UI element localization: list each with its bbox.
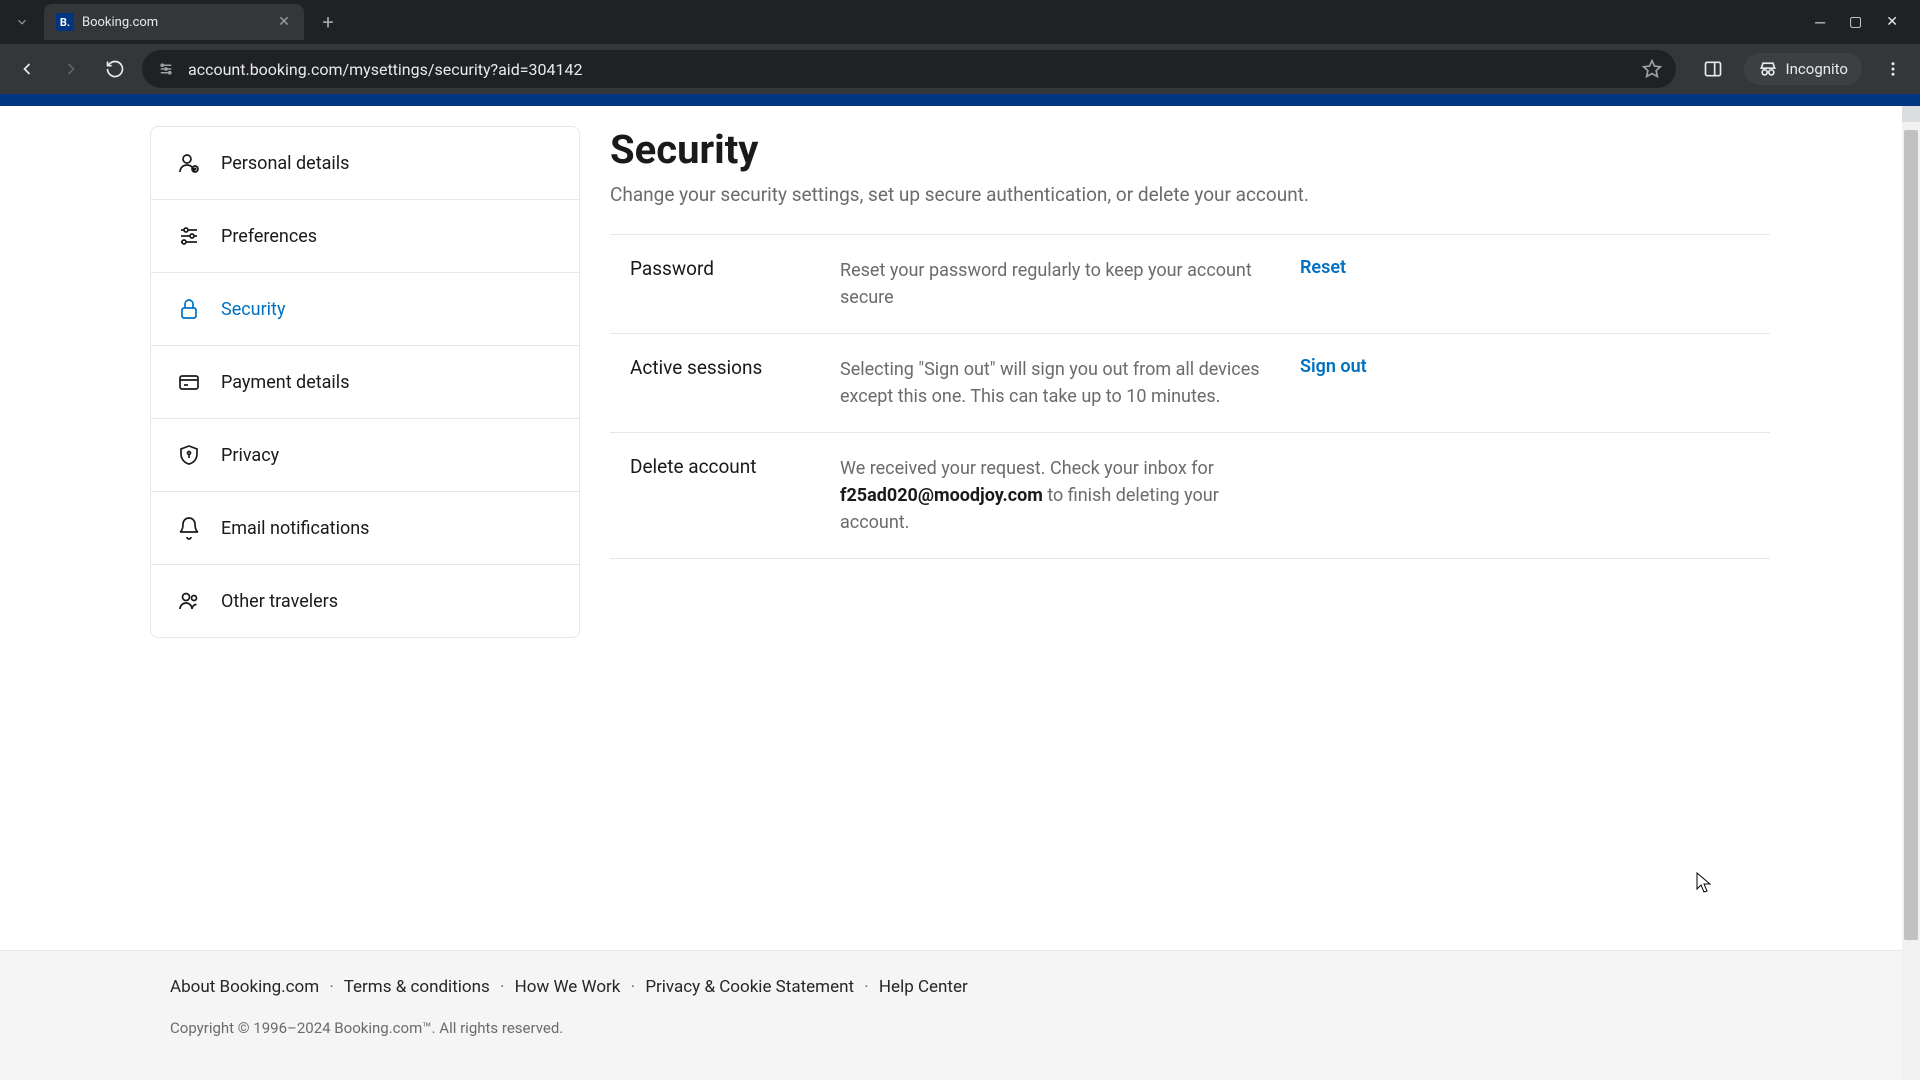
- incognito-chip[interactable]: Incognito: [1744, 53, 1862, 85]
- url-text: account.booking.com/mysettings/security?…: [188, 60, 1630, 79]
- row-label: Active sessions: [610, 356, 840, 379]
- address-bar[interactable]: account.booking.com/mysettings/security?…: [142, 50, 1676, 88]
- people-icon: [177, 589, 201, 613]
- reset-password-link[interactable]: Reset: [1300, 257, 1366, 278]
- tab-search-dropdown[interactable]: [8, 8, 36, 36]
- site-info-icon[interactable]: [156, 59, 176, 79]
- window-controls: ─ ▢ ✕: [1815, 14, 1912, 31]
- minimize-icon[interactable]: ─: [1815, 14, 1825, 31]
- page-subtitle: Change your security settings, set up se…: [610, 183, 1770, 206]
- sidebar-item-security[interactable]: Security: [151, 273, 579, 346]
- row-description: Selecting "Sign out" will sign you out f…: [840, 356, 1300, 410]
- footer-link-privacy[interactable]: Privacy & Cookie Statement: [645, 977, 854, 997]
- close-tab-icon[interactable]: ✕: [276, 14, 292, 30]
- new-tab-button[interactable]: +: [314, 8, 342, 36]
- footer-link-help-center[interactable]: Help Center: [879, 977, 968, 997]
- separator: ·: [864, 977, 868, 997]
- brand-header-bar: [0, 94, 1920, 106]
- sidebar-item-email-notifications[interactable]: Email notifications: [151, 492, 579, 565]
- sidebar-item-label: Personal details: [221, 153, 349, 174]
- sidebar-item-personal-details[interactable]: Personal details: [151, 127, 579, 200]
- scrollbar-up-arrow[interactable]: [1902, 106, 1920, 122]
- incognito-icon: [1758, 59, 1778, 79]
- maximize-icon[interactable]: ▢: [1849, 14, 1862, 31]
- browser-chrome: B. Booking.com ✕ + ─ ▢ ✕ account.booking…: [0, 0, 1920, 94]
- sidebar-item-preferences[interactable]: Preferences: [151, 200, 579, 273]
- credit-card-icon: [177, 370, 201, 394]
- sidebar-item-label: Preferences: [221, 226, 317, 247]
- side-panel-icon[interactable]: [1696, 52, 1730, 86]
- tab-title: Booking.com: [82, 15, 268, 30]
- footer-link-about[interactable]: About Booking.com: [170, 977, 319, 997]
- sidebar-item-payment-details[interactable]: Payment details: [151, 346, 579, 419]
- footer-link-terms[interactable]: Terms & conditions: [344, 977, 490, 997]
- row-delete-account: Delete account We received your request.…: [610, 432, 1770, 559]
- sliders-icon: [177, 224, 201, 248]
- sign-out-link[interactable]: Sign out: [1300, 356, 1387, 377]
- settings-sidebar: Personal details Preferences Security Pa…: [150, 126, 580, 638]
- browser-tab[interactable]: B. Booking.com ✕: [44, 4, 304, 40]
- sidebar-item-other-travelers[interactable]: Other travelers: [151, 565, 579, 637]
- back-button[interactable]: [10, 52, 44, 86]
- separator: ·: [500, 977, 504, 997]
- close-window-icon[interactable]: ✕: [1886, 14, 1898, 31]
- favicon: B.: [56, 13, 74, 31]
- row-description: We received your request. Check your inb…: [840, 455, 1300, 536]
- sidebar-item-privacy[interactable]: Privacy: [151, 419, 579, 492]
- row-description: Reset your password regularly to keep yo…: [840, 257, 1300, 311]
- person-icon: [177, 151, 201, 175]
- separator: ·: [631, 977, 635, 997]
- kebab-menu-icon[interactable]: [1876, 52, 1910, 86]
- sidebar-item-label: Privacy: [221, 445, 279, 466]
- page-title: Security: [610, 126, 1770, 173]
- row-label: Delete account: [610, 455, 840, 478]
- delete-email: f25ad020@moodjoy.com: [840, 485, 1043, 506]
- copyright-text: Copyright © 1996–2024 Booking.com™. All …: [170, 1019, 1750, 1037]
- scrollbar-thumb[interactable]: [1904, 130, 1918, 940]
- bookmark-star-icon[interactable]: [1642, 59, 1662, 79]
- sidebar-item-label: Security: [221, 299, 285, 320]
- tab-strip: B. Booking.com ✕ + ─ ▢ ✕: [0, 0, 1920, 44]
- row-password: Password Reset your password regularly t…: [610, 234, 1770, 333]
- forward-button[interactable]: [54, 52, 88, 86]
- footer-links: About Booking.com · Terms & conditions ·…: [170, 977, 1750, 997]
- lock-icon: [177, 297, 201, 321]
- sidebar-item-label: Email notifications: [221, 518, 369, 539]
- incognito-label: Incognito: [1786, 60, 1848, 78]
- delete-desc-pre: We received your request. Check your inb…: [840, 458, 1214, 479]
- browser-toolbar: account.booking.com/mysettings/security?…: [0, 44, 1920, 94]
- reload-button[interactable]: [98, 52, 132, 86]
- shield-icon: [177, 443, 201, 467]
- footer-link-how-we-work[interactable]: How We Work: [515, 977, 621, 997]
- sidebar-item-label: Other travelers: [221, 591, 338, 612]
- main-content: Security Change your security settings, …: [610, 126, 1770, 950]
- row-active-sessions: Active sessions Selecting "Sign out" wil…: [610, 333, 1770, 432]
- bell-icon: [177, 516, 201, 540]
- sidebar-item-label: Payment details: [221, 372, 349, 393]
- row-label: Password: [610, 257, 840, 280]
- separator: ·: [329, 977, 333, 997]
- page-footer: About Booking.com · Terms & conditions ·…: [0, 950, 1920, 1080]
